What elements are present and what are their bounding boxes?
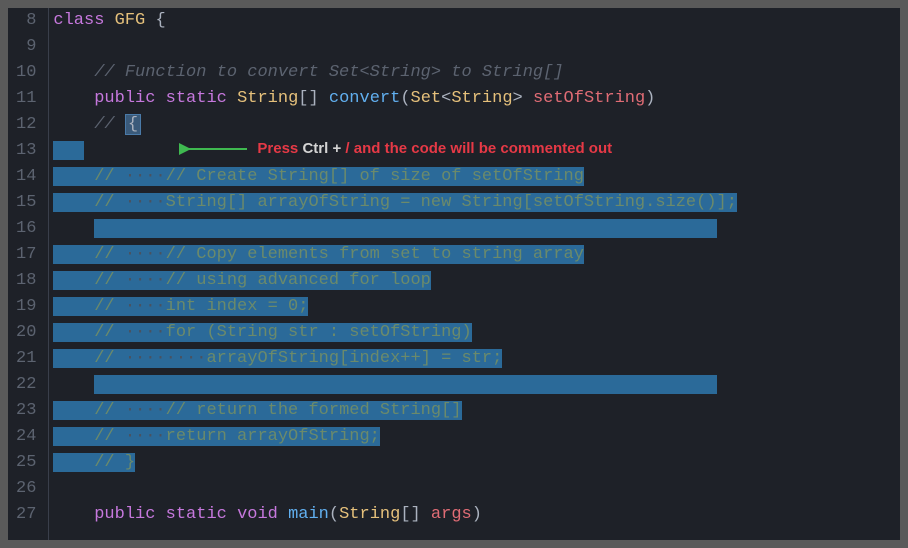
code-line[interactable]: // ····// Copy elements from set to stri…: [53, 242, 900, 268]
line-number: 10: [16, 60, 36, 86]
code-line[interactable]: // }: [53, 450, 900, 476]
line-number: 27: [16, 502, 36, 528]
line-number: 26: [16, 476, 36, 502]
code-line[interactable]: // ····for (String str : setOfString): [53, 320, 900, 346]
code-line[interactable]: // {: [53, 112, 900, 138]
code-line[interactable]: [53, 34, 900, 60]
code-content-area[interactable]: class GFG { // Function to convert Set<S…: [49, 8, 900, 540]
line-number: 8: [16, 8, 36, 34]
code-editor: 8 9 10 11 12 13 14 15 16 17 18 19 20 21 …: [8, 8, 900, 540]
line-number: 25: [16, 450, 36, 476]
line-number: 24: [16, 424, 36, 450]
code-line[interactable]: // ····String[] arrayOfString = new Stri…: [53, 190, 900, 216]
tutorial-annotation: Press Ctrl + / and the code will be comm…: [179, 136, 612, 162]
line-number-gutter: 8 9 10 11 12 13 14 15 16 17 18 19 20 21 …: [8, 8, 49, 540]
code-line[interactable]: // Function to convert Set<String> to St…: [53, 60, 900, 86]
line-number: 19: [16, 294, 36, 320]
line-number: 17: [16, 242, 36, 268]
line-number: 16: [16, 216, 36, 242]
code-line[interactable]: // ········arrayOfString[index++] = str;: [53, 346, 900, 372]
line-number: 9: [16, 34, 36, 60]
code-line[interactable]: class GFG {: [53, 8, 900, 34]
code-line[interactable]: public static String[] convert(Set<Strin…: [53, 86, 900, 112]
line-number: 12: [16, 112, 36, 138]
line-number: 14: [16, 164, 36, 190]
matched-brace: {: [125, 114, 141, 135]
line-number: 22: [16, 372, 36, 398]
code-line[interactable]: // ····// return the formed String[]: [53, 398, 900, 424]
line-number: 20: [16, 320, 36, 346]
code-line[interactable]: // ····int index = 0;: [53, 294, 900, 320]
code-line[interactable]: [53, 372, 900, 398]
line-number: 18: [16, 268, 36, 294]
code-line[interactable]: // ····// using advanced for loop: [53, 268, 900, 294]
line-number: 11: [16, 86, 36, 112]
line-number: 23: [16, 398, 36, 424]
code-line[interactable]: public static void main(String[] args): [53, 502, 900, 528]
code-line[interactable]: [53, 216, 900, 242]
code-line[interactable]: [53, 476, 900, 502]
code-line[interactable]: // ····return arrayOfString;: [53, 424, 900, 450]
code-line[interactable]: // ····// Create String[] of size of set…: [53, 164, 900, 190]
arrow-left-icon: [179, 139, 249, 159]
annotation-text: Press Ctrl + / and the code will be comm…: [257, 136, 612, 162]
line-number: 15: [16, 190, 36, 216]
line-number: 13: [16, 138, 36, 164]
line-number: 21: [16, 346, 36, 372]
